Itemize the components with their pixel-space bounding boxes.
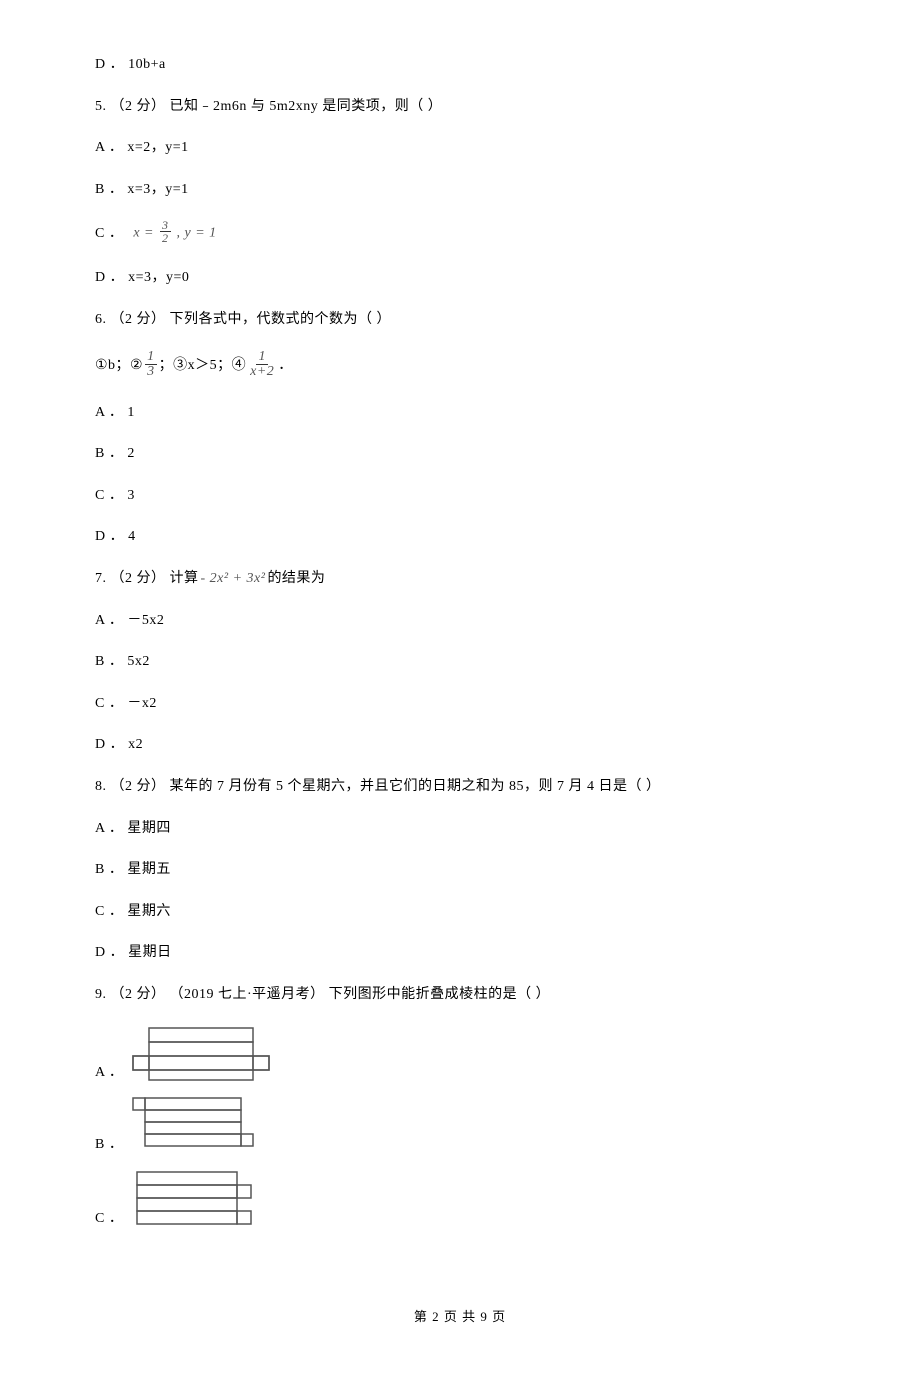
q9-option-c-label: C ． xyxy=(95,1209,123,1229)
q6-option-d: D ． 4 xyxy=(95,527,825,547)
q5-stem: 5. （2 分） 已知﹣2m6n 与 5m2xny 是同类项，则（ ） xyxy=(95,97,825,117)
math-expression: x = 32 , y = 1 xyxy=(133,221,216,246)
q6-option-c: C ． 3 xyxy=(95,486,825,506)
page-footer: 第 2 页 共 9 页 xyxy=(95,1308,825,1326)
q8-option-b: B ． 星期五 xyxy=(95,860,825,880)
q5-option-c-label: C ． xyxy=(95,224,123,244)
q7-option-d: D ． x2 xyxy=(95,735,825,755)
q9-option-b: B ． xyxy=(95,1096,825,1154)
page-content: D ． 10b+a 5. （2 分） 已知﹣2m6n 与 5m2xny 是同类项… xyxy=(0,0,920,1387)
q7-stem-post: 的结果为 xyxy=(267,569,325,589)
q4-option-d: D ． 10b+a xyxy=(95,55,825,75)
q5-option-a: A ． x=2，y=1 xyxy=(95,138,825,158)
q8-option-c: C ． 星期六 xyxy=(95,902,825,922)
fraction-3-2: 32 xyxy=(160,219,171,244)
math-expression: - 2x² + 3x² xyxy=(201,569,266,589)
net-figure-b xyxy=(131,1096,259,1154)
q5-option-b: B ． x=3，y=1 xyxy=(95,180,825,200)
net-figure-a xyxy=(131,1026,271,1082)
q7-option-a: A ． －5x2 xyxy=(95,611,825,631)
q9-option-a: A ． xyxy=(95,1026,825,1082)
q7-option-b: B ． 5x2 xyxy=(95,652,825,672)
q6-list-part2: ；③x＞5；④ xyxy=(159,356,247,376)
fraction-1-xplus2: 1x+2 xyxy=(248,350,276,379)
q9-stem: 9. （2 分） （2019 七上·平遥月考） 下列图形中能折叠成棱柱的是（ ） xyxy=(95,985,825,1005)
q6-list: ①b；② 13 ；③x＞5；④ 1x+2 ． xyxy=(95,352,825,381)
q6-list-part3: ． xyxy=(278,356,293,376)
q6-list-part1: ①b；② xyxy=(95,356,143,376)
q8-option-d: D ． 星期日 xyxy=(95,943,825,963)
q7-option-c: C ． －x2 xyxy=(95,694,825,714)
q9-option-b-label: B ． xyxy=(95,1135,123,1155)
q7-stem-pre: 7. （2 分） 计算 xyxy=(95,569,199,589)
q8-option-a: A ． 星期四 xyxy=(95,819,825,839)
q6-option-a: A ． 1 xyxy=(95,403,825,423)
q6-option-b: B ． 2 xyxy=(95,444,825,464)
q6-stem: 6. （2 分） 下列各式中，代数式的个数为（ ） xyxy=(95,310,825,330)
q5-option-c: C ． x = 32 , y = 1 xyxy=(95,221,825,246)
q8-stem: 8. （2 分） 某年的 7 月份有 5 个星期六，并且它们的日期之和为 85，… xyxy=(95,777,825,797)
net-figure-c xyxy=(131,1168,261,1228)
q7-stem: 7. （2 分） 计算 - 2x² + 3x² 的结果为 xyxy=(95,569,825,589)
q5-option-d: D ． x=3，y=0 xyxy=(95,268,825,288)
fraction-1-3: 13 xyxy=(145,350,157,379)
q9-option-a-label: A ． xyxy=(95,1063,123,1083)
q9-option-c: C ． xyxy=(95,1168,825,1228)
